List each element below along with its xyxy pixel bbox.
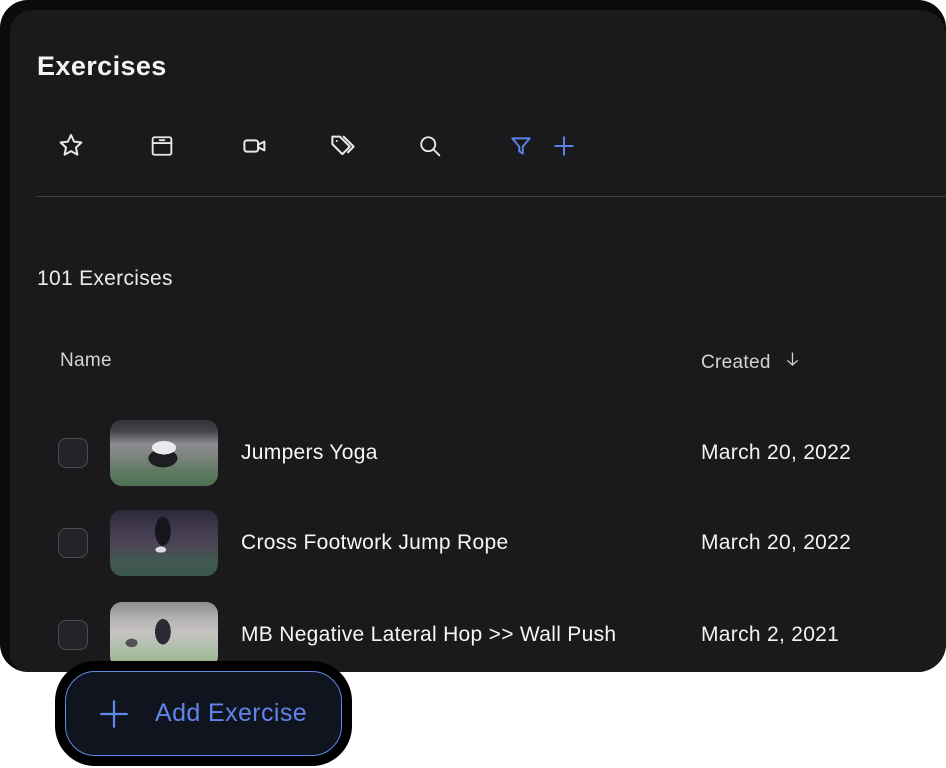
row-checkbox[interactable] <box>58 438 88 468</box>
star-icon <box>56 131 86 161</box>
archive-icon <box>148 132 176 160</box>
column-header-name-label: Name <box>60 350 112 372</box>
exercises-panel: Exercises <box>10 10 946 672</box>
exercise-count: 101 Exercises <box>37 267 173 291</box>
table-row[interactable]: MB Negative Lateral Hop >> Wall Push Mar… <box>10 589 946 672</box>
add-exercise-button[interactable]: Add Exercise <box>65 671 342 756</box>
exercise-thumbnail <box>110 602 218 668</box>
exercise-created-date: March 2, 2021 <box>701 589 839 672</box>
exercise-name: MB Negative Lateral Hop >> Wall Push <box>241 589 616 672</box>
table-row[interactable]: Cross Footwork Jump Rope March 20, 2022 <box>10 497 946 589</box>
filter-icon <box>507 132 535 160</box>
exercise-name: Jumpers Yoga <box>241 407 378 499</box>
table-row[interactable]: Jumpers Yoga March 20, 2022 <box>10 407 946 499</box>
exercise-created-date: March 20, 2022 <box>701 497 851 589</box>
exercise-thumbnail <box>110 510 218 576</box>
add-exercise-label: Add Exercise <box>155 699 307 728</box>
filter-button[interactable] <box>505 130 537 162</box>
arrow-down-icon <box>783 350 802 375</box>
row-checkbox[interactable] <box>58 620 88 650</box>
column-header-created-label: Created <box>701 352 771 374</box>
search-button[interactable] <box>414 130 446 162</box>
plus-icon <box>550 132 578 160</box>
exercises-app-card: Exercises <box>0 0 946 672</box>
favorites-button[interactable] <box>55 130 87 162</box>
video-button[interactable] <box>239 130 271 162</box>
column-header-name[interactable]: Name <box>60 350 112 372</box>
plus-icon <box>96 696 132 732</box>
exercise-thumbnail <box>110 420 218 486</box>
search-icon <box>416 132 444 160</box>
add-quick-button[interactable] <box>548 130 580 162</box>
archive-button[interactable] <box>146 130 178 162</box>
toolbar-divider <box>37 196 946 197</box>
video-icon <box>240 131 270 161</box>
exercise-created-date: March 20, 2022 <box>701 407 851 499</box>
screenshot-stage: Exercises <box>0 0 946 768</box>
tags-icon <box>328 131 358 161</box>
exercise-name: Cross Footwork Jump Rope <box>241 497 508 589</box>
page-title: Exercises <box>37 51 167 82</box>
row-checkbox[interactable] <box>58 528 88 558</box>
column-header-created[interactable]: Created <box>701 350 802 375</box>
tags-button[interactable] <box>327 130 359 162</box>
